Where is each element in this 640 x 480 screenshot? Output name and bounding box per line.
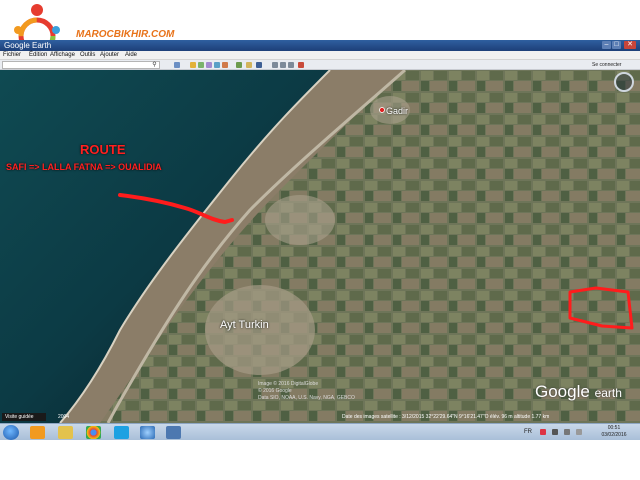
sun-icon[interactable] — [246, 62, 252, 68]
close-button[interactable]: ✕ — [624, 41, 636, 49]
clock[interactable]: 00:51 03/02/2016 — [592, 425, 636, 439]
placemark-icon[interactable] — [190, 62, 196, 68]
menu-item-help[interactable]: Aide — [125, 51, 137, 60]
route-path-label: SAFI => LALLA FATNA => OUALIDIA — [6, 162, 162, 172]
history-icon[interactable] — [236, 62, 242, 68]
email-icon[interactable] — [280, 62, 286, 68]
explorer-icon[interactable] — [58, 426, 73, 439]
clock-date: 03/02/2016 — [601, 432, 627, 438]
copyright-line: © 2016 Google — [258, 388, 292, 394]
copyright-line: Data SIO, NOAA, U.S. Navy, NGA, GEBCO — [258, 395, 355, 401]
overlay-icon[interactable] — [214, 62, 220, 68]
toolbar: ⚲ Se connecter — [0, 60, 640, 70]
status-bar: Date des images satellite : 3/12/2015 32… — [342, 414, 550, 420]
battery-icon[interactable] — [576, 429, 582, 435]
imagery-year: 2004 — [58, 414, 70, 420]
ruler-icon[interactable] — [272, 62, 278, 68]
tour-icon[interactable] — [222, 62, 228, 68]
chrome-icon[interactable] — [86, 426, 101, 439]
search-icon[interactable]: ⚲ — [150, 61, 159, 69]
planet-icon[interactable] — [256, 62, 262, 68]
volume-icon[interactable] — [564, 429, 570, 435]
menu-item-file[interactable]: Fichier — [3, 51, 21, 60]
logo-word-earth: earth — [594, 386, 622, 400]
skype-icon[interactable] — [114, 426, 129, 439]
desktop-screen: MAROCBIKHIR.COM Google Earth – □ ✕ Fichi… — [0, 0, 640, 480]
guided-tour-button[interactable]: Visite guidée — [2, 413, 46, 421]
menu-item-edit[interactable]: Édition — [29, 51, 47, 60]
satellite-imagery — [0, 70, 640, 423]
media-player-icon[interactable] — [30, 426, 45, 439]
search-input[interactable] — [2, 61, 160, 69]
taskbar: FR 00:51 03/02/2016 — [0, 423, 640, 440]
network-icon[interactable] — [552, 429, 558, 435]
polygon-icon[interactable] — [198, 62, 204, 68]
google-earth-icon[interactable] — [140, 426, 155, 439]
clock-time: 00:51 — [607, 425, 621, 431]
place-label-ayt-turkin: Ayt Turkin — [220, 319, 269, 331]
google-earth-logo: Google earth — [535, 382, 622, 402]
place-label-gadir: Gadir — [386, 106, 409, 116]
watermark-text: MAROCBIKHIR.COM — [76, 29, 175, 40]
menu-item-add[interactable]: Ajouter — [100, 51, 119, 60]
minimize-button[interactable]: – — [602, 41, 611, 49]
window-icon[interactable] — [166, 426, 181, 439]
navigation-compass[interactable] — [614, 72, 634, 92]
copyright-line: Image © 2016 DigitalGlobe — [258, 381, 319, 387]
logo-word-google: Google — [535, 382, 590, 401]
start-button[interactable] — [3, 425, 19, 440]
hide-sidebar-icon[interactable] — [174, 62, 180, 68]
print-icon[interactable] — [288, 62, 294, 68]
path-icon[interactable] — [206, 62, 212, 68]
maps-icon[interactable] — [298, 62, 304, 68]
imagery-copyright: Image © 2016 DigitalGlobe © 2016 Google … — [258, 381, 355, 402]
title-bar: Google Earth – □ ✕ — [0, 40, 640, 51]
language-indicator[interactable]: FR — [524, 424, 532, 440]
maximize-button[interactable]: □ — [612, 41, 621, 49]
menu-bar: Fichier Édition Affichage Outils Ajouter… — [0, 51, 640, 60]
flag-icon[interactable] — [540, 429, 546, 435]
map-view[interactable]: Gadir Ayt Turkin ROUTE SAFI => LALLA FAT… — [0, 70, 640, 423]
route-title: ROUTE — [80, 142, 126, 157]
window-title: Google Earth — [4, 41, 52, 50]
sign-in-link[interactable]: Se connecter — [592, 60, 621, 70]
menu-item-tools[interactable]: Outils — [80, 51, 95, 60]
menu-item-view[interactable]: Affichage — [50, 51, 75, 60]
